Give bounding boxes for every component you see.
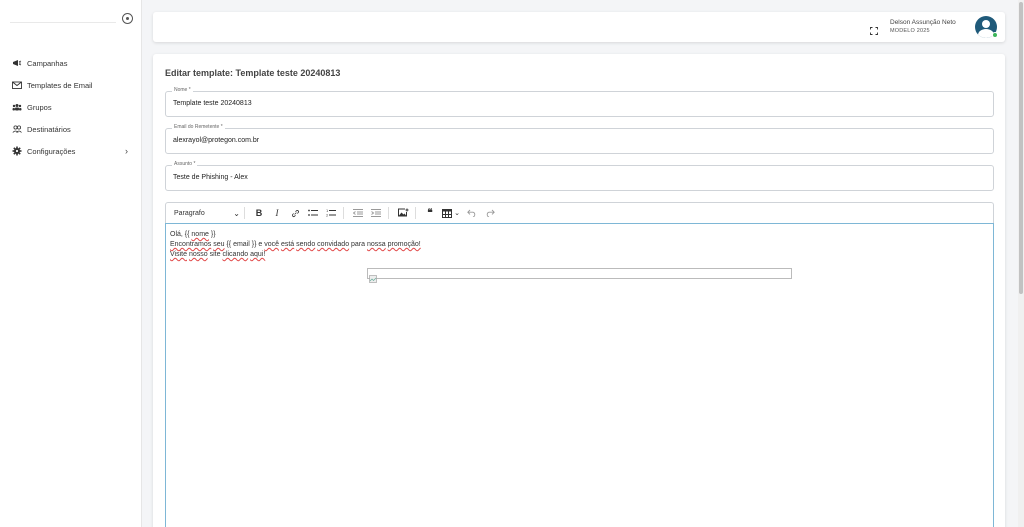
top-header: Delson Assunção Neto MODELO 2025	[153, 12, 1005, 42]
paragraph-style-select[interactable]: Paragrafo ⌄	[174, 209, 240, 218]
sidebar-item-label: Configurações	[27, 146, 76, 156]
envelope-icon	[12, 80, 22, 90]
nome-field-label: Nome *	[172, 87, 193, 93]
gear-icon	[12, 146, 22, 156]
online-status-indicator	[992, 32, 998, 38]
toolbar-divider	[343, 207, 344, 219]
rich-text-editor[interactable]: Olá, {{ nome }} Encontramos seu {{ email…	[165, 223, 994, 527]
chevron-right-icon: ›	[125, 146, 128, 156]
sidebar-item-label: Campanhas	[27, 58, 68, 68]
broken-image-icon	[369, 270, 377, 283]
bold-icon[interactable]: B	[251, 205, 267, 221]
sidebar-item-destinatarios[interactable]: Destinatários	[12, 118, 132, 140]
sidebar-top	[10, 12, 136, 28]
undo-icon[interactable]	[464, 205, 480, 221]
toolbar-divider	[415, 207, 416, 219]
bulleted-list-icon[interactable]	[305, 205, 321, 221]
email-field-label: Email do Remetente *	[172, 124, 225, 130]
template-edit-card: Editar template: Template teste 20240813…	[153, 54, 1005, 527]
chevron-down-icon: ⌄	[233, 208, 240, 218]
email-field-value: alexrayol@protegon.com.br	[173, 137, 260, 144]
assunto-field[interactable]: Assunto * Teste de Phishing - Alex	[165, 161, 994, 191]
outdent-icon[interactable]	[350, 205, 366, 221]
user-name: Delson Assunção Neto	[890, 19, 956, 26]
sidebar: Campanhas Templates de Email Grupos Dest…	[0, 0, 142, 527]
nome-field[interactable]: Nome * Template teste 20240813	[165, 87, 994, 117]
redo-icon[interactable]	[482, 205, 498, 221]
sidebar-item-grupos[interactable]: Grupos	[12, 96, 132, 118]
sidebar-top-divider	[10, 22, 116, 23]
users-icon	[12, 102, 22, 112]
user-info[interactable]: Delson Assunção Neto MODELO 2025	[890, 18, 980, 36]
scrollbar-thumb[interactable]	[1019, 2, 1023, 294]
user-group-icon	[12, 124, 22, 134]
blockquote-icon[interactable]: ❝	[422, 205, 438, 221]
svg-text:2: 2	[326, 214, 328, 218]
editor-line: Olá, {{ nome }}	[170, 231, 216, 238]
user-subtitle: MODELO 2025	[890, 28, 930, 34]
assunto-field-label: Assunto *	[172, 161, 198, 167]
sidebar-item-campanhas[interactable]: Campanhas	[12, 52, 132, 74]
editor-line: Encontramos seu {{ email }} e você está …	[170, 241, 421, 248]
svg-text:1: 1	[326, 209, 328, 213]
paragraph-style-value: Paragrafo	[174, 209, 205, 217]
page-title: Editar template: Template teste 20240813	[165, 68, 341, 78]
fullscreen-icon[interactable]	[870, 22, 878, 35]
sidebar-item-label: Grupos	[27, 102, 52, 112]
sidebar-nav: Campanhas Templates de Email Grupos Dest…	[12, 52, 132, 162]
sidebar-collapse-icon[interactable]	[122, 13, 133, 24]
broken-image[interactable]	[367, 268, 792, 283]
email-field[interactable]: Email do Remetente * alexrayol@protegon.…	[165, 124, 994, 154]
link-icon[interactable]	[287, 205, 303, 221]
sidebar-item-label: Destinatários	[27, 124, 71, 134]
page-scrollbar[interactable]	[1018, 0, 1024, 527]
chevron-down-icon: ⌄	[454, 210, 460, 217]
numbered-list-icon[interactable]: 12	[323, 205, 339, 221]
indent-icon[interactable]	[368, 205, 384, 221]
toolbar-divider	[388, 207, 389, 219]
toolbar-divider	[244, 207, 245, 219]
table-icon[interactable]: ⌄	[440, 205, 462, 221]
sidebar-item-label: Templates de Email	[27, 80, 93, 90]
italic-icon[interactable]: I	[269, 205, 285, 221]
nome-field-value: Template teste 20240813	[173, 100, 252, 107]
assunto-field-value: Teste de Phishing - Alex	[173, 174, 248, 181]
insert-image-icon[interactable]	[395, 205, 411, 221]
megaphone-icon	[12, 58, 22, 68]
editor-toolbar: Paragrafo ⌄ B I 12 ❝ ⌄	[165, 202, 994, 223]
editor-line: Visite nosso site clicando aqui!	[170, 251, 266, 258]
sidebar-item-templates[interactable]: Templates de Email	[12, 74, 132, 96]
sidebar-item-configuracoes[interactable]: Configurações ›	[12, 140, 132, 162]
